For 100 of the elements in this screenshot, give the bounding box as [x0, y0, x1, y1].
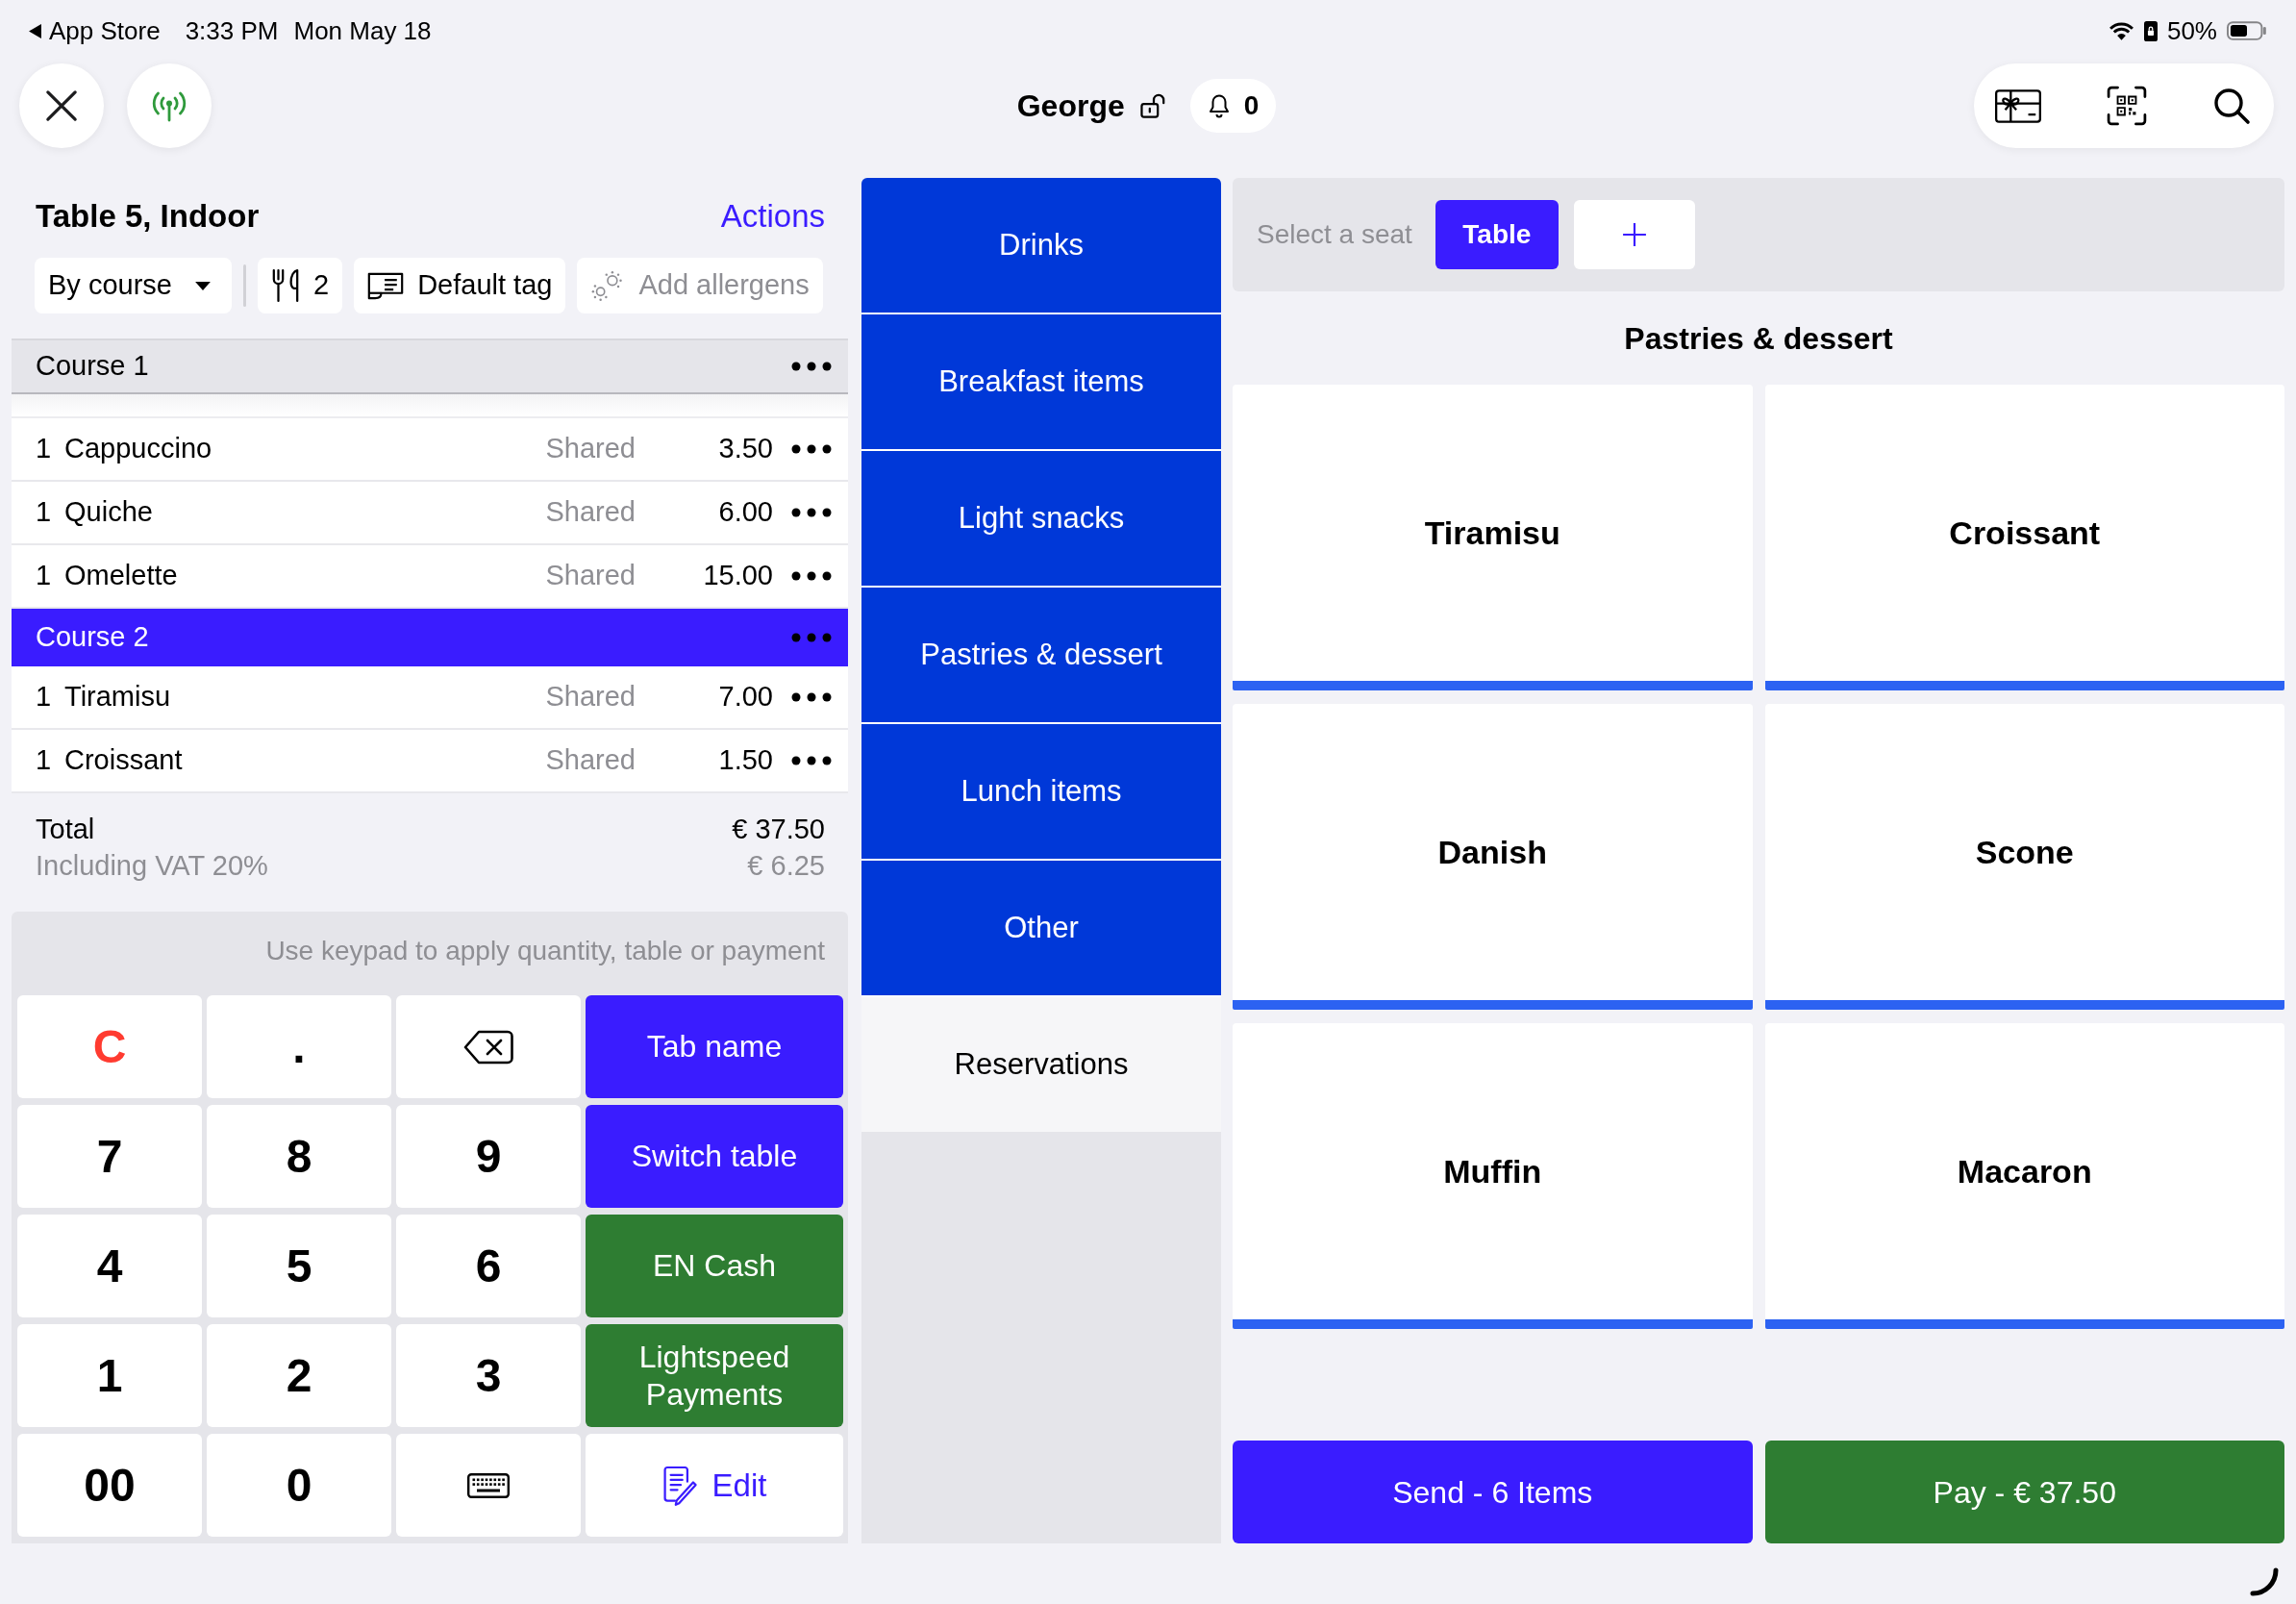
product-tile[interactable]: Danish — [1233, 704, 1753, 1010]
payment-button[interactable]: Lightspeed Payments — [586, 1324, 843, 1427]
product-tile[interactable]: Croissant — [1764, 385, 2284, 690]
tag-button[interactable]: Default tag — [354, 258, 566, 313]
vat-amount: € 6.25 — [747, 849, 825, 883]
keypad-hint: Use keypad to apply quantity, table or payment — [264, 935, 826, 967]
clear-key[interactable]: C — [17, 995, 202, 1098]
category-heading: Pastries & dessert — [1623, 319, 1894, 358]
caret-icon — [195, 281, 211, 290]
status-date: Mon May 18 — [293, 14, 432, 47]
pay-button[interactable]: Pay - € 37.50 — [1764, 1441, 2284, 1543]
notifications-button[interactable]: 0 — [1189, 79, 1277, 133]
antenna-icon — [150, 89, 188, 122]
backspace-icon — [463, 1029, 513, 1065]
send-button[interactable]: Send - 6 Items — [1233, 1441, 1753, 1543]
item-price: 3.50 — [717, 432, 773, 466]
more-icon[interactable] — [791, 692, 832, 702]
qr-scan-icon[interactable] — [2107, 86, 2147, 126]
action-button[interactable]: Switch table — [586, 1105, 843, 1208]
bell-icon — [1207, 93, 1231, 118]
grouping-dropdown[interactable]: By course — [35, 258, 232, 313]
edit-icon — [661, 1464, 699, 1507]
keypad-key[interactable]: . — [207, 995, 391, 1098]
category-button[interactable]: Breakfast items — [861, 314, 1221, 451]
item-seat: Shared — [545, 676, 636, 718]
note-icon — [367, 271, 405, 300]
item-seat: Shared — [545, 491, 636, 534]
more-icon[interactable] — [791, 571, 832, 581]
item-price: 1.50 — [717, 743, 773, 778]
item-quantity: 1 — [36, 680, 53, 714]
category-button[interactable]: Pastries & dessert — [861, 588, 1221, 724]
category-button[interactable]: Light snacks — [861, 451, 1221, 588]
item-name: Quiche — [64, 495, 154, 530]
vat-label: Including VAT 20% — [36, 849, 268, 883]
item-name: Omelette — [64, 559, 179, 593]
total-amount: € 37.50 — [732, 813, 825, 846]
payment-button[interactable]: EN Cash — [586, 1215, 843, 1317]
guests-button[interactable]: 2 — [258, 258, 343, 313]
product-tile[interactable]: Muffin — [1233, 1023, 1753, 1329]
item-seat: Shared — [545, 739, 636, 782]
item-quantity: 1 — [36, 559, 53, 593]
more-icon[interactable] — [791, 444, 832, 454]
course-name: Course 1 — [36, 349, 150, 384]
edit-button[interactable]: Edit — [586, 1434, 843, 1537]
back-arrow-icon[interactable] — [29, 23, 41, 38]
item-price: 6.00 — [717, 495, 773, 530]
more-icon[interactable] — [791, 362, 832, 371]
keyboard-key[interactable] — [396, 1434, 581, 1537]
keypad-key[interactable]: 1 — [17, 1324, 202, 1427]
keypad-key[interactable]: 4 — [17, 1215, 202, 1317]
keypad-key[interactable]: 3 — [396, 1324, 581, 1427]
category-button[interactable]: Lunch items — [861, 724, 1221, 861]
category-button[interactable]: Other — [861, 861, 1221, 997]
course-name: Course 2 — [36, 620, 150, 655]
item-seat: Shared — [545, 428, 636, 470]
keypad-key[interactable]: 7 — [17, 1105, 202, 1208]
keyboard-icon — [467, 1472, 510, 1498]
product-tile[interactable]: Macaron — [1764, 1023, 2284, 1329]
gift-card-icon[interactable] — [1995, 88, 2041, 123]
keypad-key[interactable]: 00 — [17, 1434, 202, 1537]
back-link[interactable]: App Store — [49, 12, 161, 50]
more-icon[interactable] — [791, 756, 832, 765]
search-icon[interactable] — [2212, 87, 2251, 125]
course-header[interactable]: Course 2 — [12, 609, 848, 666]
item-price: 15.00 — [702, 559, 773, 593]
battery-percent: 50% — [2166, 14, 2217, 47]
item-quantity: 1 — [36, 432, 53, 466]
keypad-key[interactable]: 0 — [207, 1434, 391, 1537]
keypad-key[interactable]: 9 — [396, 1105, 581, 1208]
keypad-key[interactable]: 8 — [207, 1105, 391, 1208]
item-name: Cappuccino — [64, 432, 213, 466]
total-label: Total — [36, 813, 95, 846]
close-icon — [45, 89, 78, 122]
item-name: Tiramisu — [64, 680, 172, 714]
keypad-key[interactable]: 6 — [396, 1215, 581, 1317]
course-header[interactable]: Course 1 — [12, 338, 848, 394]
product-tile[interactable]: Tiramisu — [1233, 385, 1753, 690]
arc-icon — [2250, 1567, 2279, 1596]
product-tile[interactable]: Scone — [1764, 704, 2284, 1010]
item-price: 7.00 — [717, 680, 773, 714]
reservations-button[interactable]: Reservations — [861, 997, 1221, 1132]
actions-link[interactable]: Actions — [720, 192, 825, 240]
keypad-key[interactable]: 2 — [207, 1324, 391, 1427]
more-icon[interactable] — [791, 508, 832, 517]
fork-knife-icon — [271, 268, 300, 303]
seat-prompt: Select a seat — [1257, 218, 1412, 251]
item-name: Croissant — [64, 743, 184, 778]
status-time: 3:33 PM — [185, 14, 279, 47]
order-title: Table 5, Indoor — [36, 197, 260, 237]
backspace-key[interactable] — [396, 995, 581, 1098]
orientation-lock-icon — [2143, 20, 2158, 41]
seat-button[interactable]: Table — [1435, 200, 1559, 269]
item-quantity: 1 — [36, 495, 53, 530]
item-seat: Shared — [545, 555, 636, 597]
item-quantity: 1 — [36, 743, 53, 778]
category-button[interactable]: Drinks — [861, 178, 1221, 314]
keypad-key[interactable]: 5 — [207, 1215, 391, 1317]
action-button[interactable]: Tab name — [586, 995, 843, 1098]
padlock-icon[interactable] — [1139, 93, 1167, 118]
plus-icon — [1621, 222, 1647, 247]
